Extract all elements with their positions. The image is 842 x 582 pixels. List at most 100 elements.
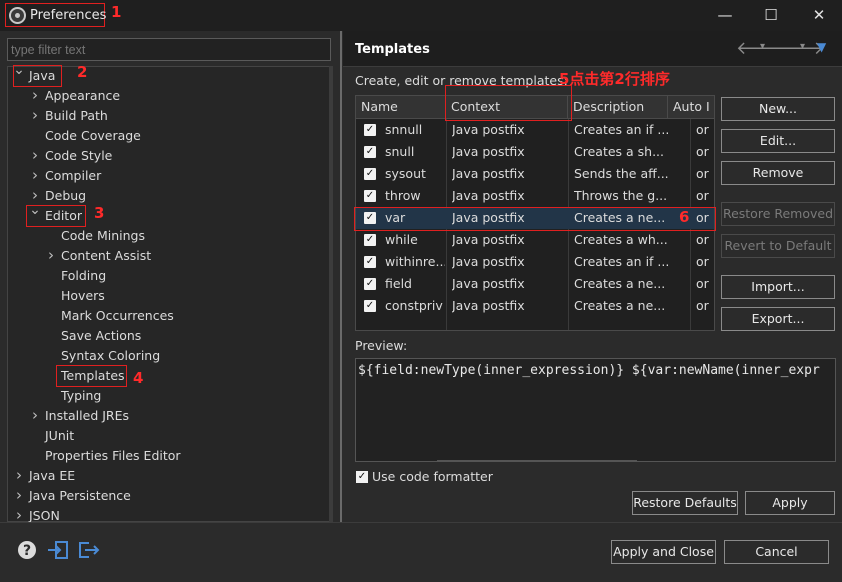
apply-and-close-button[interactable]: Apply and Close [611, 540, 716, 564]
table-row[interactable]: ✓ field Java postfix Creates a ne... or [356, 273, 714, 295]
tree-item-installed-jres[interactable]: Installed JREs [45, 406, 129, 426]
window-title: Preferences [30, 8, 107, 23]
cell-description: Sends the aff... [574, 166, 669, 181]
chevron-right-icon[interactable]: › [29, 406, 41, 426]
annotation-number-2: 2 [77, 63, 88, 81]
cell-context: Java postfix [452, 232, 525, 247]
use-code-formatter-checkbox[interactable]: ✓ [356, 471, 368, 483]
revert-to-default-button[interactable]: Revert to Default [721, 234, 835, 258]
enabled-checkbox[interactable]: ✓ [364, 256, 376, 268]
chevron-right-icon[interactable]: › [13, 466, 25, 486]
page-title: Templates [355, 42, 430, 57]
cell-context: Java postfix [452, 298, 525, 313]
table-row[interactable]: ✓ snull Java postfix Creates a sh... or [356, 141, 714, 163]
cell-name: throw [385, 188, 421, 203]
tree-item-build-path[interactable]: Build Path [45, 106, 108, 126]
use-code-formatter-label: Use code formatter [372, 469, 493, 484]
enabled-checkbox[interactable]: ✓ [364, 300, 376, 312]
enabled-checkbox[interactable]: ✓ [364, 234, 376, 246]
export-button[interactable]: Export... [721, 307, 835, 331]
enabled-checkbox[interactable]: ✓ [364, 168, 376, 180]
restore-removed-button[interactable]: Restore Removed [721, 202, 835, 226]
tree-item-code-style[interactable]: Code Style [45, 146, 112, 166]
cell-name: constpriv [385, 298, 443, 313]
preview-area[interactable]: ${field:newType(inner_expression)} ${var… [355, 358, 836, 462]
preview-label: Preview: [355, 338, 408, 353]
annotation-number-3: 3 [94, 204, 105, 222]
table-row[interactable]: ✓ withinre... Java postfix Creates an if ..… [356, 251, 714, 273]
minimize-button[interactable]: — [702, 0, 748, 31]
tree-item-content-assist[interactable]: Content Assist [61, 246, 151, 266]
tree-item-folding[interactable]: Folding [61, 266, 106, 286]
table-row-partial[interactable] [356, 317, 714, 330]
tree-item-hovers[interactable]: Hovers [61, 286, 105, 306]
annotation-number-4: 4 [133, 369, 144, 387]
tree-item-save-actions[interactable]: Save Actions [61, 326, 141, 346]
cell-name: snnull [385, 122, 423, 137]
filter-input[interactable] [7, 38, 331, 61]
chevron-right-icon[interactable]: › [13, 486, 25, 506]
table-row[interactable]: ✓ while Java postfix Creates a wh... or [356, 229, 714, 251]
help-icon[interactable]: ? [17, 540, 37, 560]
column-header-description[interactable]: Description [568, 96, 668, 119]
tree-item-syntax-coloring[interactable]: Syntax Coloring [61, 346, 160, 366]
cell-auto: or [696, 298, 709, 313]
tree-item-appearance[interactable]: Appearance [45, 86, 120, 106]
remove-button[interactable]: Remove [721, 161, 835, 185]
enabled-checkbox[interactable]: ✓ [364, 146, 376, 158]
tree-item-debug[interactable]: Debug [45, 186, 86, 206]
close-button[interactable]: ✕ [796, 0, 842, 31]
cell-auto: or [696, 254, 709, 269]
preview-scrollbar[interactable] [437, 460, 637, 462]
new-button[interactable]: New... [721, 97, 835, 121]
cell-auto: or [696, 144, 709, 159]
tree-item-code-minings[interactable]: Code Minings [61, 226, 145, 246]
tree-item-properties-files-editor[interactable]: Properties Files Editor [45, 446, 181, 466]
chevron-right-icon[interactable]: › [29, 166, 41, 186]
chevron-right-icon[interactable]: › [29, 146, 41, 166]
annotation-box-3 [26, 205, 86, 227]
cell-name: withinre... [385, 254, 445, 269]
apply-button[interactable]: Apply [745, 491, 835, 515]
view-menu-icon[interactable]: ▼ [817, 40, 826, 54]
cell-context: Java postfix [452, 166, 525, 181]
cell-description: Creates an if ... [574, 254, 670, 269]
enabled-checkbox[interactable]: ✓ [364, 124, 376, 136]
tree-item-code-coverage[interactable]: Code Coverage [45, 126, 141, 146]
restore-defaults-button[interactable]: Restore Defaults [632, 491, 738, 515]
tree-item-mark-occurrences[interactable]: Mark Occurrences [61, 306, 174, 326]
tree-item-compiler[interactable]: Compiler [45, 166, 101, 186]
annotation-number-1: 1 [111, 3, 122, 21]
enabled-checkbox[interactable]: ✓ [364, 190, 376, 202]
export-preferences-icon[interactable] [77, 540, 100, 560]
annotation-text-5: 5点击第2行排序 [559, 70, 670, 88]
column-header-name[interactable]: Name [356, 96, 446, 119]
import-preferences-icon[interactable] [47, 540, 68, 560]
cell-description: Creates an if ... [574, 122, 670, 137]
maximize-button[interactable]: ☐ [748, 0, 794, 31]
table-row[interactable]: ✓ sysout Java postfix Sends the aff... or [356, 163, 714, 185]
tree-item-junit[interactable]: JUnit [45, 426, 74, 446]
tree-item-typing[interactable]: Typing [61, 386, 101, 406]
tree-item-java-ee[interactable]: Java EE [29, 466, 75, 486]
cell-context: Java postfix [452, 122, 525, 137]
chevron-right-icon[interactable]: › [45, 246, 57, 266]
svg-text:?: ? [23, 543, 31, 559]
cancel-button[interactable]: Cancel [724, 540, 829, 564]
edit-button[interactable]: Edit... [721, 129, 835, 153]
enabled-checkbox[interactable]: ✓ [364, 278, 376, 290]
column-header-auto-insert[interactable]: Auto I [668, 96, 714, 119]
pane-divider[interactable] [340, 31, 342, 522]
table-row[interactable]: ✓ throw Java postfix Throws the g... or [356, 185, 714, 207]
annotation-box-4 [56, 365, 127, 387]
chevron-right-icon[interactable]: › [29, 86, 41, 106]
forward-dropdown-icon[interactable]: ▾ [800, 41, 805, 52]
chevron-right-icon[interactable]: › [29, 106, 41, 126]
tree-scrollbar[interactable] [329, 66, 333, 522]
back-dropdown-icon[interactable]: ▾ [760, 41, 765, 52]
cell-auto: or [696, 166, 709, 181]
import-button[interactable]: Import... [721, 275, 835, 299]
table-row[interactable]: ✓ constpriv Java postfix Creates a ne... or [356, 295, 714, 317]
tree-item-java-persistence[interactable]: Java Persistence [29, 486, 131, 506]
table-row[interactable]: ✓ snnull Java postfix Creates an if ... or [356, 119, 714, 141]
